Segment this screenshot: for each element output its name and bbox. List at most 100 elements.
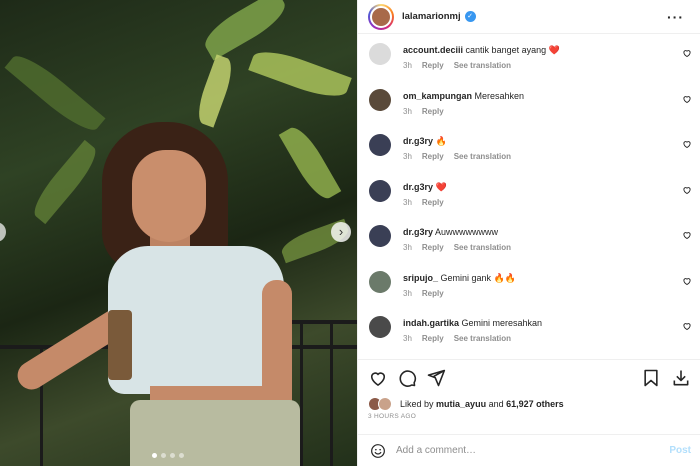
comment-like-heart-icon[interactable] <box>682 139 692 149</box>
comment-time[interactable]: 3h <box>403 243 412 252</box>
media-dot <box>170 453 175 458</box>
download-icon[interactable] <box>671 368 691 388</box>
avatar[interactable] <box>369 270 391 293</box>
avatar[interactable] <box>369 88 391 111</box>
comment-like-heart-icon[interactable] <box>682 48 692 58</box>
likes-summary: Liked by mutia_ayuu and 61,927 others <box>368 396 564 412</box>
media-dots <box>152 453 184 458</box>
comment-like-heart-icon[interactable] <box>682 94 692 104</box>
comment-like-heart-icon[interactable] <box>682 321 692 331</box>
person-shirt <box>108 246 284 394</box>
comment-item: indah.gartika Gemini meresahkan 3h Reply S… <box>358 307 700 353</box>
comment-item: dr.g3ry Auwwwwwwww 3h Reply See translatio… <box>358 216 700 262</box>
comment-body: account.deciii cantik banget ayang ❤️ 3h R… <box>403 43 560 80</box>
next-media-button[interactable]: › <box>331 222 351 242</box>
comment-text-line: indah.gartika Gemini meresahkan <box>403 316 542 330</box>
comment-time[interactable]: 3h <box>403 334 412 343</box>
comment-body: dr.g3ry 🔥 3h Reply See translation <box>403 134 511 171</box>
comment-text: Gemini gank <box>440 272 492 283</box>
comment-text: cantik banget ayang <box>465 45 547 55</box>
emoji-smiley-icon[interactable] <box>370 443 386 459</box>
share-send-icon[interactable] <box>426 368 446 388</box>
see-translation-button[interactable]: See translation <box>454 152 511 161</box>
reply-button[interactable]: Reply <box>422 289 444 298</box>
previous-media-button[interactable] <box>0 222 6 242</box>
comment-emoji: ❤️ <box>435 181 447 192</box>
reply-button[interactable]: Reply <box>422 243 444 252</box>
comment-meta: 3h Reply <box>403 289 516 298</box>
reply-button[interactable]: Reply <box>422 61 444 70</box>
like-heart-icon[interactable] <box>368 368 388 388</box>
comment-item: account.deciii cantik banget ayang ❤️ 3h R… <box>358 34 700 80</box>
avatar[interactable] <box>369 179 391 202</box>
comment-time[interactable]: 3h <box>403 107 412 116</box>
see-translation-button[interactable]: See translation <box>454 61 511 70</box>
reply-button[interactable]: Reply <box>422 198 444 207</box>
comment-input[interactable] <box>396 445 670 456</box>
comment-text-line: dr.g3ry Auwwwwwwww <box>403 225 511 239</box>
avatar[interactable] <box>369 43 391 65</box>
comment-like-heart-icon[interactable] <box>682 185 692 195</box>
comment-meta: 3h Reply <box>403 198 447 207</box>
see-translation-button[interactable]: See translation <box>454 334 511 343</box>
comment-username[interactable]: indah.gartika <box>403 318 459 328</box>
comment-time[interactable]: 3h <box>403 198 412 207</box>
comment-username[interactable]: account.deciii <box>403 45 463 55</box>
verified-badge-icon: ✓ <box>464 11 476 22</box>
comment-body: om_kampungan Meresahken 3h Reply <box>403 89 524 126</box>
comment-time[interactable]: 3h <box>403 152 412 161</box>
foliage <box>248 43 352 105</box>
foliage <box>26 139 104 225</box>
comment-time[interactable]: 3h <box>403 61 412 70</box>
comment-text-line: om_kampungan Meresahken <box>403 89 524 103</box>
post-comment-button[interactable]: Post <box>669 445 691 456</box>
comment-text-line: dr.g3ry 🔥 <box>403 134 511 148</box>
railing <box>300 320 303 466</box>
comment-body: indah.gartika Gemini meresahkan 3h Reply S… <box>403 316 542 353</box>
liked-by-user[interactable]: mutia_ayuu <box>436 399 486 409</box>
comment-text-line: account.deciii cantik banget ayang ❤️ <box>403 43 560 57</box>
comment-body: dr.g3ry ❤️ 3h Reply <box>403 180 447 217</box>
liked-by-prefix: Liked by <box>400 399 434 409</box>
more-horizontal-icon[interactable]: ··· <box>667 9 684 25</box>
comment-username[interactable]: om_kampungan <box>403 91 472 101</box>
likes-count[interactable]: 61,927 others <box>506 399 564 409</box>
comment-item: dr.g3ry 🔥 3h Reply See translation <box>358 125 700 171</box>
reply-button[interactable]: Reply <box>422 334 444 343</box>
comment-item: dr.g3ry ❤️ 3h Reply <box>358 171 700 217</box>
reply-button[interactable]: Reply <box>422 107 444 116</box>
chevron-right-icon: › <box>338 224 344 239</box>
comment-meta: 3h Reply See translation <box>403 243 511 252</box>
post-timestamp[interactable]: 3 HOURS AGO <box>368 413 416 420</box>
avatar[interactable] <box>369 225 391 247</box>
reply-button[interactable]: Reply <box>422 152 444 161</box>
comment-item: om_kampungan Meresahken 3h Reply <box>358 80 700 126</box>
avatar <box>378 397 392 411</box>
post-media[interactable]: › <box>0 0 357 466</box>
comment-bubble-icon[interactable] <box>397 368 417 388</box>
handbag <box>108 310 132 380</box>
author-username[interactable]: lalamarionmj <box>402 11 461 22</box>
comment-username[interactable]: sripujo_ <box>403 273 438 283</box>
comment-emoji: 🔥🔥 <box>493 272 516 283</box>
foliage <box>4 47 106 139</box>
comment-like-heart-icon[interactable] <box>682 230 692 240</box>
avatar[interactable] <box>369 134 391 156</box>
comment-username[interactable]: dr.g3ry <box>403 136 433 146</box>
media-dot <box>152 453 157 458</box>
comment-time[interactable]: 3h <box>403 289 412 298</box>
comment-meta: 3h Reply See translation <box>403 61 560 70</box>
comment-username[interactable]: dr.g3ry <box>403 227 433 237</box>
see-translation-button[interactable]: See translation <box>454 243 511 252</box>
author-avatar[interactable] <box>368 3 394 30</box>
comment-username[interactable]: dr.g3ry <box>403 182 433 192</box>
comment-like-heart-icon[interactable] <box>682 276 692 286</box>
comment-emoji: ❤️ <box>548 45 560 55</box>
post-header: lalamarionmj ✓ ··· <box>358 0 700 34</box>
comment-body: sripujo_ Gemini gank 🔥🔥 3h Reply <box>403 271 516 308</box>
avatar[interactable] <box>369 316 391 338</box>
comment-text: Auwwwwwwww <box>435 227 499 237</box>
foliage <box>192 54 238 128</box>
media-dot <box>161 453 166 458</box>
save-bookmark-icon[interactable] <box>641 368 661 388</box>
